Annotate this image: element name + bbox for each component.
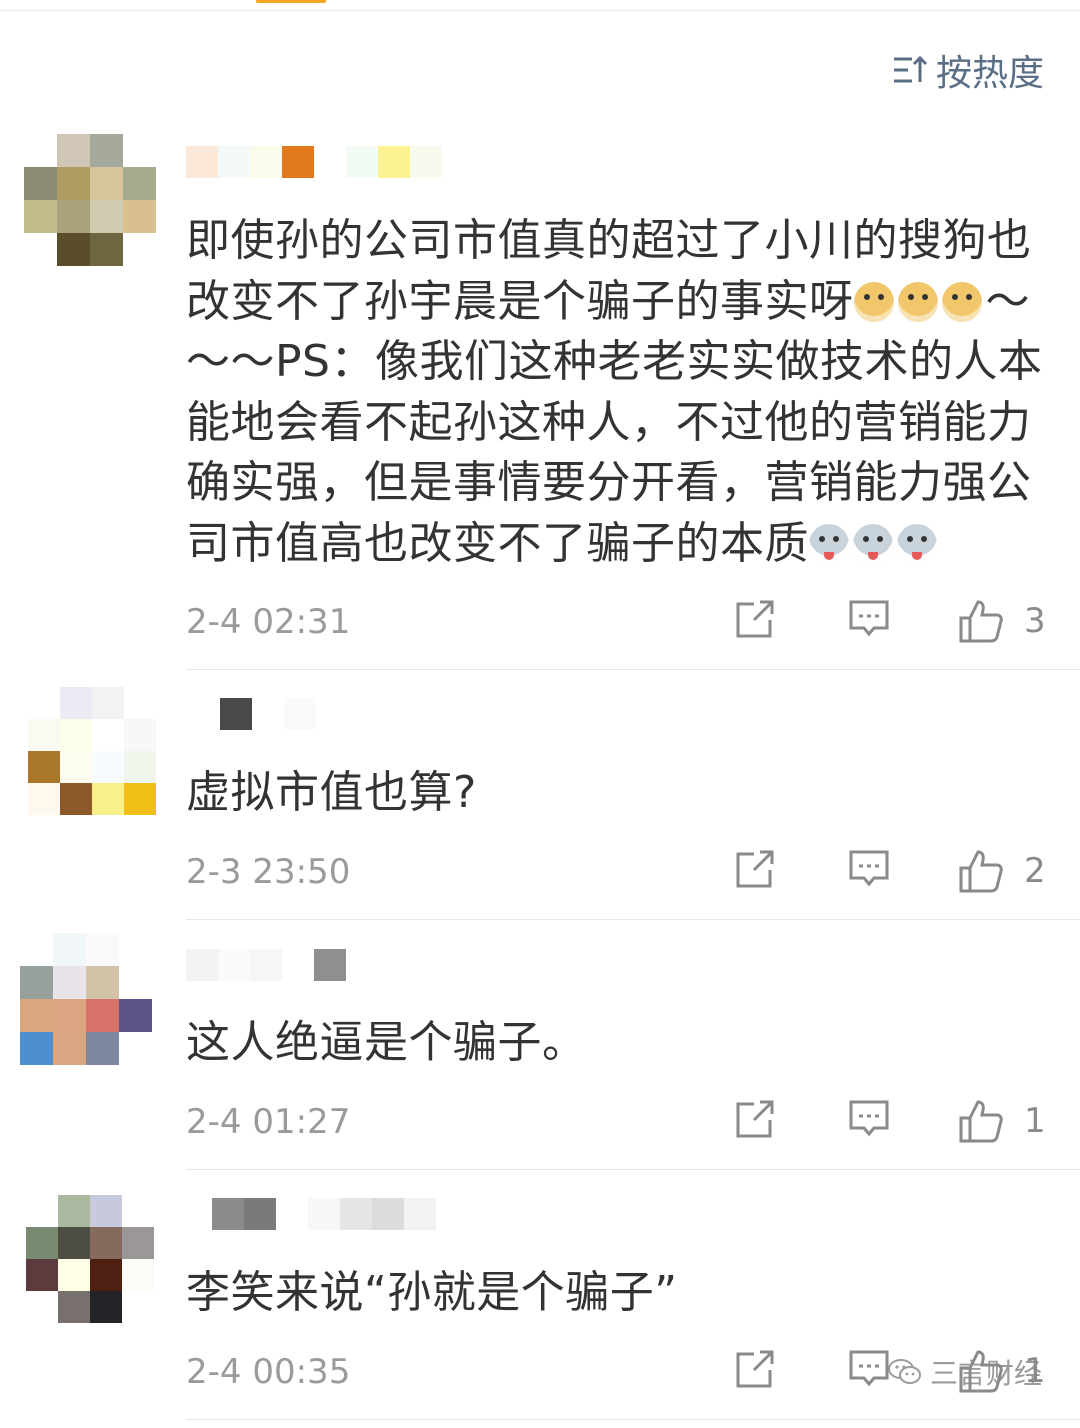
reply-icon[interactable] (848, 598, 890, 640)
forward-icon[interactable] (734, 848, 776, 890)
comment-meta: 2-4 02:31 3 (186, 598, 1046, 644)
forward-icon[interactable] (734, 1098, 776, 1140)
timestamp: 2-4 00:35 (186, 1352, 351, 1392)
timestamp: 2-4 02:31 (186, 602, 351, 642)
avatar[interactable] (24, 134, 156, 266)
comment-text: 这人绝逼是个骗子。 (186, 1017, 587, 1068)
thumbs-up-icon (959, 1100, 1003, 1143)
sort-by-hot-button[interactable]: 按热度 (892, 44, 1044, 96)
husky-emoji-icon (853, 523, 893, 564)
divider (186, 1169, 1080, 1170)
like-count: 3 (1024, 601, 1046, 641)
timestamp: 2-3 23:50 (186, 852, 351, 892)
sort-icon (893, 55, 928, 83)
like-count: 2 (1024, 851, 1046, 891)
reply-icon[interactable] (848, 1348, 890, 1390)
doge-emoji-icon (853, 281, 894, 322)
reply-icon[interactable] (848, 1098, 890, 1140)
avatar[interactable] (20, 933, 152, 1065)
comment-meta: 2-4 01:27 1 (186, 1098, 1046, 1144)
like-button[interactable]: 1 (958, 1098, 1046, 1144)
username[interactable] (186, 146, 442, 182)
divider (186, 919, 1080, 920)
comment-meta: 2-3 23:50 2 (186, 848, 1046, 894)
top-divider (0, 0, 1080, 11)
comment-text: 李笑来说“孙就是个骗子” (186, 1267, 678, 1318)
reply-icon[interactable] (848, 848, 890, 890)
thumbs-up-icon (959, 600, 1003, 643)
watermark-label: 三言财经 (930, 1357, 1043, 1390)
divider (186, 669, 1080, 670)
doge-emoji-icon (941, 281, 982, 322)
doge-emoji-icon (897, 281, 938, 322)
username[interactable] (186, 949, 346, 985)
comment-text: 虚拟市值也算? (186, 767, 477, 818)
sort-label: 按热度 (935, 53, 1044, 94)
avatar[interactable] (26, 1195, 158, 1327)
wechat-icon (888, 1359, 921, 1384)
husky-emoji-icon (809, 523, 849, 564)
like-button[interactable]: 2 (958, 848, 1046, 894)
forward-icon[interactable] (734, 1348, 776, 1390)
like-count: 1 (1024, 1101, 1046, 1141)
thumbs-up-icon (959, 850, 1003, 893)
avatar[interactable] (28, 687, 160, 819)
like-button[interactable]: 3 (958, 598, 1046, 644)
timestamp: 2-4 01:27 (186, 1102, 351, 1142)
username[interactable] (220, 698, 316, 734)
forward-icon[interactable] (734, 598, 776, 640)
active-tab-indicator (256, 0, 326, 3)
username[interactable] (212, 1198, 436, 1234)
comment-text: 即使孙的公司市值真的超过了小川的搜狗也改变不了孙宇晨是个骗子的事实呀 ～～～PS：… (186, 215, 1043, 569)
husky-emoji-icon (897, 523, 937, 564)
divider (186, 1419, 1080, 1420)
wechat-watermark: 三言财经 (888, 1352, 1042, 1392)
